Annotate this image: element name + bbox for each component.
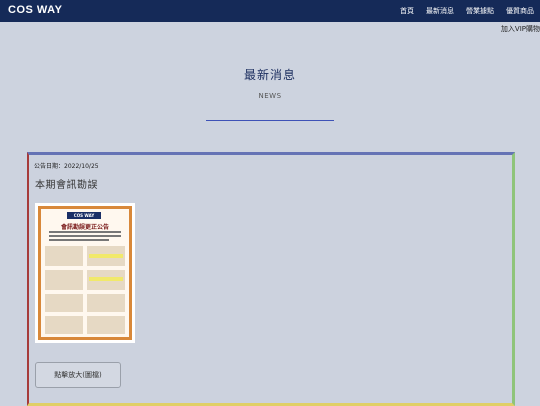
zoom-image-button[interactable]: 點擊放大(圖檔) [35, 362, 121, 388]
poster-box [45, 316, 83, 334]
post-date: 公告日期：2022/10/25 [34, 163, 99, 170]
poster-box [45, 294, 83, 312]
nav-home[interactable]: 首頁 [400, 6, 414, 16]
poster-text-line [49, 235, 121, 237]
news-card: 公告日期：2022/10/25 本期會訊勘誤 COS WAY 會訊勘誤更正公告 … [27, 152, 515, 406]
notice-poster-image[interactable]: COS WAY 會訊勘誤更正公告 [35, 203, 135, 343]
poster-box [45, 246, 83, 266]
cosway-logo[interactable]: COS WAY [8, 4, 62, 16]
poster-text-line [49, 239, 109, 241]
nav-locations[interactable]: 營業據點 [466, 6, 494, 16]
title-divider [206, 120, 334, 121]
poster-frame: COS WAY 會訊勘誤更正公告 [38, 206, 132, 340]
poster-box [87, 294, 125, 312]
top-navbar: COS WAY 首頁 最新消息 營業據點 優質商品 [0, 0, 540, 22]
main-nav: 首頁 最新消息 營業據點 優質商品 [400, 0, 534, 22]
page-title: 最新消息 [243, 68, 296, 82]
nav-news[interactable]: 最新消息 [426, 6, 454, 16]
poster-title: 會訊勘誤更正公告 [60, 224, 109, 231]
poster-brand: COS WAY [67, 212, 101, 219]
poster-text-line [49, 231, 121, 233]
post-title: 本期會訊勘誤 [35, 180, 98, 191]
poster-highlight [89, 277, 123, 281]
poster-box [87, 316, 125, 334]
nav-products[interactable]: 優質商品 [506, 6, 534, 16]
join-vip-link[interactable]: 加入VIP購物 [501, 24, 540, 34]
poster-box [45, 270, 83, 290]
poster-highlight [89, 254, 123, 258]
page-subtitle: NEWS [258, 92, 282, 100]
